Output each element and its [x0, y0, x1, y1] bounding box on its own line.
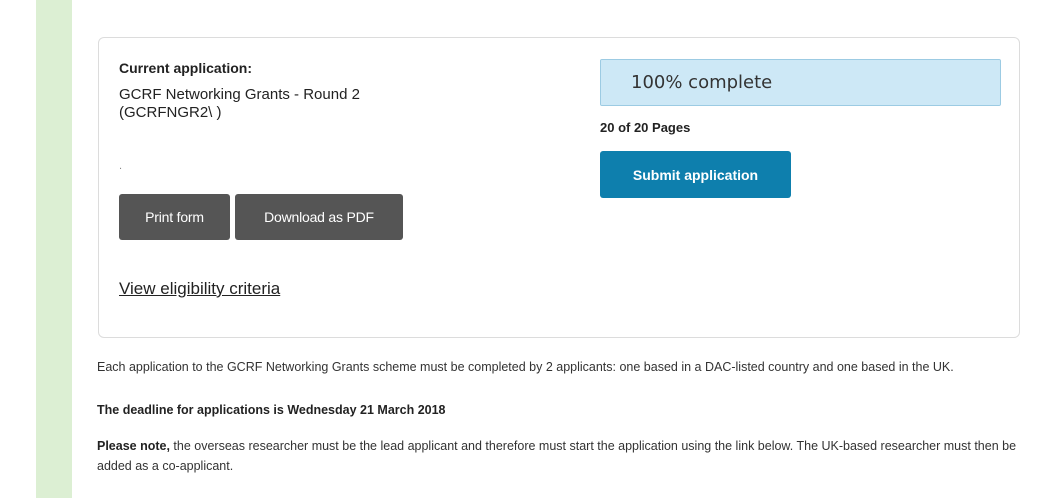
submit-application-button[interactable]: Submit application — [600, 151, 791, 198]
note-rest: the overseas researcher must be the lead… — [97, 439, 1017, 473]
left-sidebar-strip — [36, 0, 72, 498]
pages-count: 20 of 20 Pages — [600, 120, 691, 135]
application-placeholder-dot: . — [119, 160, 123, 172]
note-paragraph: Please note, the overseas researcher mus… — [97, 436, 1022, 476]
deadline-text: The deadline for applications is Wednesd… — [97, 403, 446, 417]
progress-bar: 100% complete — [600, 59, 1001, 106]
info-paragraph: Each application to the GCRF Networking … — [97, 360, 954, 374]
view-eligibility-link[interactable]: View eligibility criteria — [119, 279, 280, 299]
application-code: (GCRFNGR2\ ) — [119, 104, 222, 121]
download-pdf-button[interactable]: Download as PDF — [235, 194, 403, 240]
note-bold: Please note, — [97, 439, 170, 453]
application-card: Current application: GCRF Networking Gra… — [98, 37, 1020, 338]
progress-text: 100% complete — [631, 72, 773, 93]
current-application-label: Current application: — [119, 60, 253, 76]
print-form-button[interactable]: Print form — [119, 194, 230, 240]
application-name: GCRF Networking Grants - Round 2 — [119, 86, 360, 103]
